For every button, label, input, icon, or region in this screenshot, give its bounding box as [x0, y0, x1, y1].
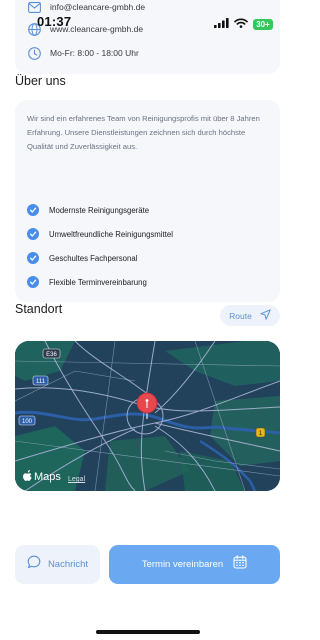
maps-logo: Maps: [23, 470, 61, 484]
calendar-icon: [233, 555, 247, 574]
appointment-label: Termin vereinbaren: [141, 559, 224, 570]
home-indicator[interactable]: [96, 630, 200, 634]
map-legal-link[interactable]: Legal: [68, 476, 85, 483]
svg-text:111: 111: [36, 379, 46, 385]
status-icons: 30+: [214, 15, 273, 33]
about-card: Wir sind ein erfahrenes Team von Reinigu…: [15, 100, 280, 302]
status-bar: 01:37 30+: [0, 0, 295, 32]
wifi-icon: [234, 15, 248, 33]
feature-item: Modernste Reinigungsgeräte: [27, 204, 149, 216]
feature-item: Flexible Terminvereinbarung: [27, 276, 147, 288]
maps-brand: Maps: [34, 471, 61, 483]
checkmark-icon: [27, 228, 39, 240]
feature-item: Geschultes Fachpersonal: [27, 252, 137, 264]
map-canvas: E36 111 100 1: [15, 341, 280, 491]
feature-label: Flexible Terminvereinbarung: [49, 277, 147, 287]
clock-icon: [27, 46, 41, 60]
svg-text:100: 100: [22, 419, 33, 425]
battery-indicator: 30+: [253, 18, 273, 30]
about-description: Wir sind ein erfahrenes Team von Reinigu…: [27, 114, 260, 151]
feature-item: Umweltfreundliche Reinigungsmittel: [27, 228, 173, 240]
contact-hours: Mo-Fr: 8:00 - 18:00 Uhr: [50, 48, 139, 58]
apple-logo-icon: [23, 470, 32, 484]
checkmark-icon: [27, 276, 39, 288]
road-badge: E36: [42, 348, 61, 359]
feature-label: Geschultes Fachpersonal: [49, 253, 138, 263]
contact-hours-row: Mo-Fr: 8:00 - 18:00 Uhr: [27, 46, 139, 60]
signal-icon: [214, 15, 229, 33]
checkmark-icon: [27, 204, 39, 216]
road-badge: 111: [32, 375, 49, 386]
location-title: Standort: [15, 302, 63, 316]
status-time: 01:37: [37, 14, 72, 29]
road-badge: 1: [255, 427, 266, 438]
checkmark-icon: [27, 252, 39, 264]
feature-label: Modernste Reinigungsgeräte: [49, 205, 150, 215]
about-title: Über uns: [15, 74, 66, 88]
message-label: Nachricht: [47, 559, 89, 570]
location-map[interactable]: E36 111 100 1 Maps Legal: [15, 341, 280, 491]
navigation-arrow-icon: [260, 307, 271, 325]
chat-bubble-icon: [27, 555, 41, 574]
svg-text:E36: E36: [46, 352, 57, 358]
message-button[interactable]: Nachricht: [15, 545, 100, 584]
road-badge: 100: [18, 415, 36, 426]
appointment-button[interactable]: Termin vereinbaren: [109, 545, 280, 584]
route-button[interactable]: Route: [220, 305, 280, 326]
route-label: Route: [229, 310, 252, 321]
feature-label: Umweltfreundliche Reinigungsmittel: [49, 229, 173, 239]
